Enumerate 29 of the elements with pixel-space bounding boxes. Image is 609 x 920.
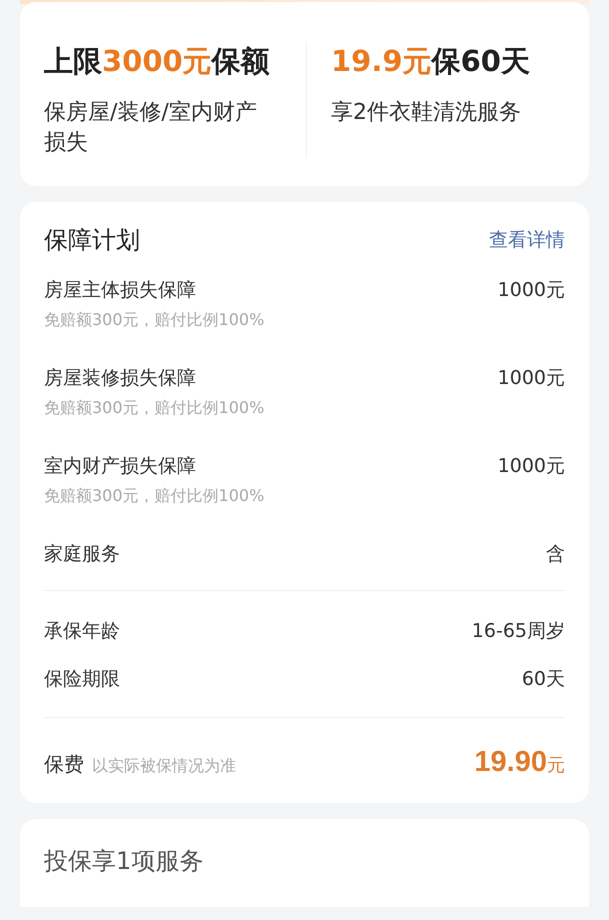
coverage-name: 承保年龄	[44, 619, 120, 644]
headline-text: 上限	[44, 44, 102, 78]
coverage-name: 家庭服务	[44, 542, 120, 567]
highlight-description: 保房屋/装修/室内财产损失	[44, 99, 258, 157]
premium-label: 保费	[44, 751, 84, 778]
coverage-value: 1000元	[498, 278, 565, 303]
headline-text: 19.9元	[331, 44, 432, 78]
premium-amount: 19.90	[474, 746, 547, 779]
coverage-note: 免赔额300元，赔付比例100%	[44, 310, 266, 331]
plan-title: 保障计划	[44, 225, 140, 256]
headline-text: 保60天	[432, 44, 530, 78]
coverage-value: 1000元	[498, 454, 565, 479]
coverage-value: 16-65周岁	[472, 619, 565, 644]
headline-text: 3000元	[102, 44, 212, 78]
premium-hint: 以实际被保情况为准	[92, 756, 237, 777]
coverage-value: 含	[546, 542, 565, 567]
services-title: 投保享1项服务	[44, 846, 204, 877]
coverage-name: 室内财产损失保障	[44, 454, 196, 479]
highlight-description: 享2件衣鞋清洗服务	[331, 99, 522, 127]
coverage-value: 60天	[522, 667, 565, 692]
coverage-note: 免赔额300元，赔付比例100%	[44, 486, 266, 507]
coverage-name: 房屋主体损失保障	[44, 278, 196, 303]
headline-text: 保额	[212, 44, 270, 78]
coverage-note: 免赔额300元，赔付比例100%	[44, 398, 266, 419]
coverage-value: 1000元	[498, 366, 565, 391]
premium-unit: 元	[547, 754, 565, 777]
details-link[interactable]: 查看详情	[489, 227, 565, 253]
coverage-name: 房屋装修损失保障	[44, 366, 196, 391]
coverage-name: 保险期限	[44, 667, 120, 692]
